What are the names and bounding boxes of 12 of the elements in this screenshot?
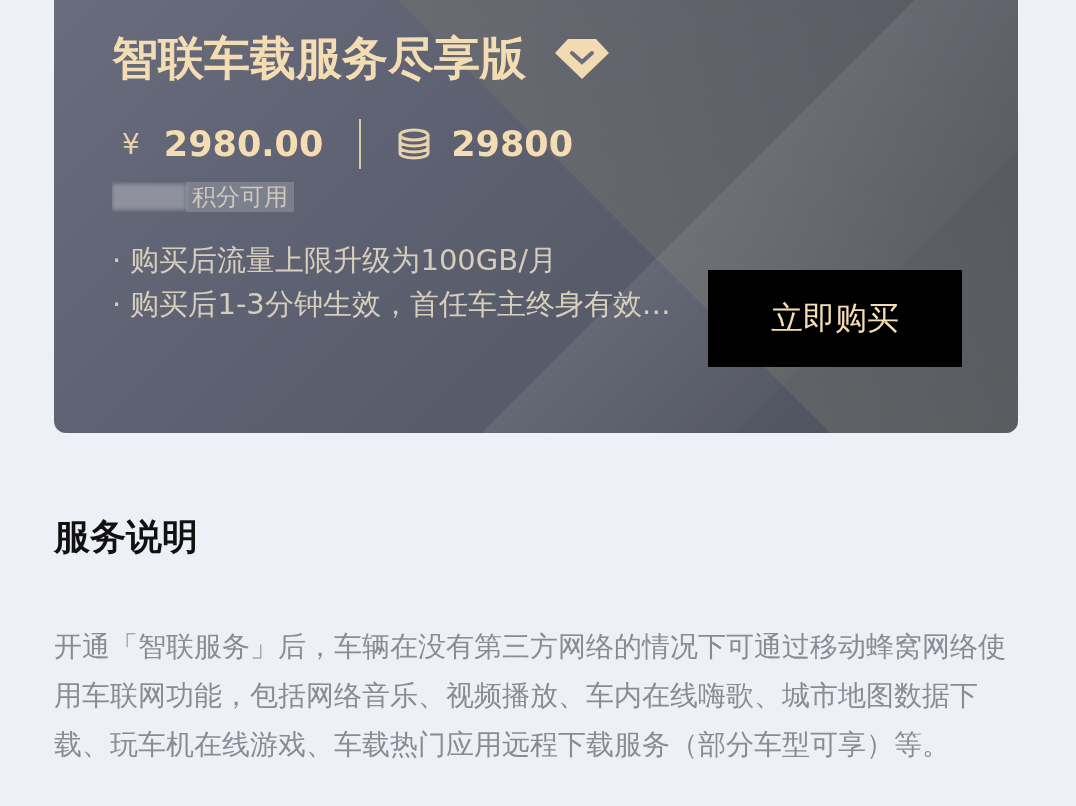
diamond-icon	[554, 37, 610, 81]
service-description: 开通「智联服务」后，车辆在没有第三方网络的情况下可通过移动蜂窝网络使用车联网功能，包括网络音乐、视频播放、车内在线嗨歌、城市地图数据下载、玩车机在线游戏、车载热门应用远程下载服务（部分车型可享）等。	[54, 629, 1007, 763]
benefit-item: · 购买后流量上限升级为100GB/月	[112, 242, 558, 279]
points-note: 积分可用	[186, 182, 294, 212]
benefit-item: · 购买后1-3分钟生效，首任车主终身有效…	[112, 286, 672, 323]
section-heading: 服务说明	[54, 515, 199, 559]
price: 2980.00	[163, 124, 324, 164]
product-title: 智联车载服务尽享版	[112, 30, 526, 87]
coins-icon	[397, 128, 432, 160]
currency-symbol: ¥	[122, 127, 140, 161]
buy-now-button[interactable]: 立即购买	[708, 270, 962, 367]
points-price: 29800	[451, 124, 573, 164]
